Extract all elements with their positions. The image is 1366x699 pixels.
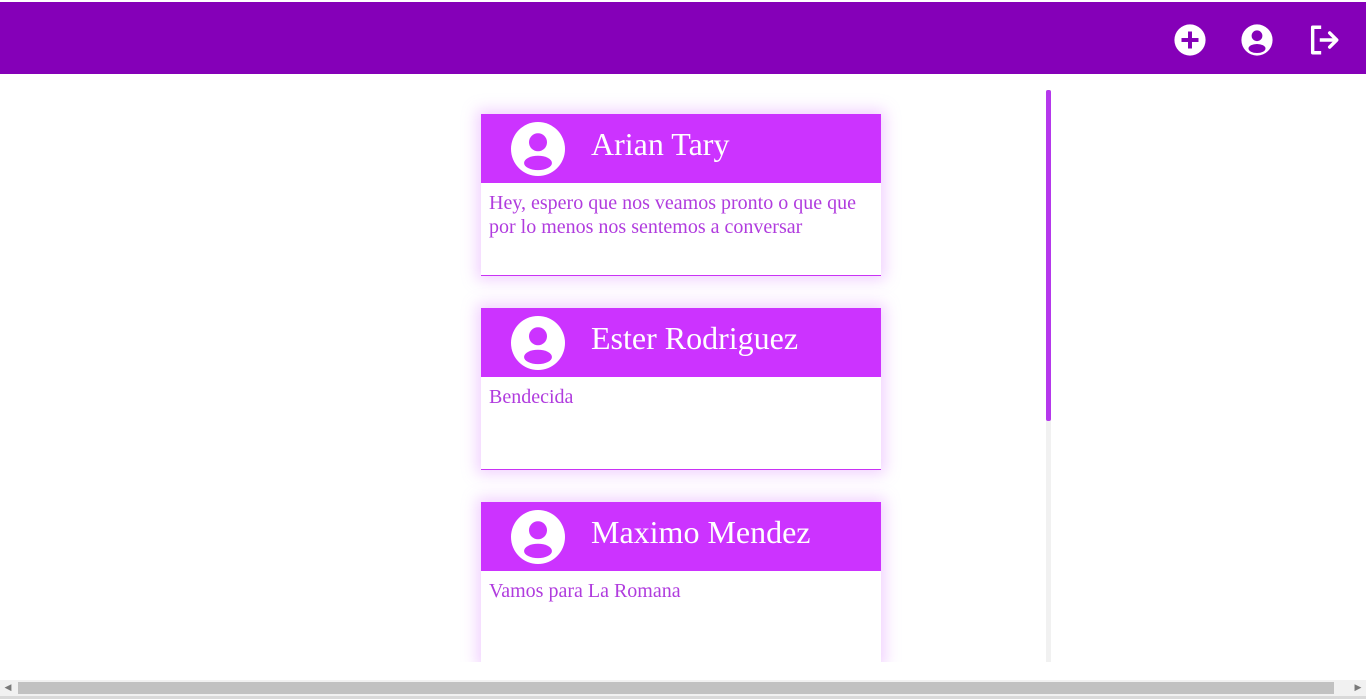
feed-scrollbar[interactable]	[1046, 90, 1051, 662]
post-card: Arian Tary Hey, espero que nos veamos pr…	[481, 114, 881, 276]
top-app-bar	[0, 2, 1366, 74]
user-avatar-icon	[511, 122, 565, 176]
scroll-right-arrow-icon[interactable]: ▶	[1350, 680, 1366, 696]
posts-feed[interactable]: Arian Tary Hey, espero que nos veamos pr…	[0, 74, 1366, 662]
logout-icon[interactable]	[1307, 23, 1341, 57]
user-avatar-icon	[511, 316, 565, 370]
post-message: Bendecida	[489, 386, 574, 408]
scroll-left-arrow-icon[interactable]: ◀	[0, 680, 16, 696]
post-message: Vamos para La Romana	[489, 580, 681, 602]
post-card: Maximo Mendez Vamos para La Romana	[481, 502, 881, 662]
user-avatar-icon	[511, 510, 565, 564]
post-author-name: Ester Rodriguez	[591, 320, 799, 356]
post-card-header: Ester Rodriguez	[481, 308, 881, 377]
horizontal-scrollbar[interactable]: ◀ ▶	[0, 680, 1366, 696]
post-message: Hey, espero que nos veamos pronto o que …	[489, 192, 856, 238]
post-card-header: Arian Tary	[481, 114, 881, 183]
horizontal-scrollbar-thumb[interactable]	[18, 682, 1334, 694]
post-card: Ester Rodriguez Bendecida	[481, 308, 881, 470]
add-circle-icon[interactable]	[1173, 23, 1207, 57]
post-card-header: Maximo Mendez	[481, 502, 881, 571]
feed-scrollbar-thumb[interactable]	[1046, 90, 1051, 421]
account-circle-icon[interactable]	[1240, 23, 1274, 57]
post-author-name: Maximo Mendez	[591, 514, 811, 550]
post-author-name: Arian Tary	[591, 126, 730, 162]
